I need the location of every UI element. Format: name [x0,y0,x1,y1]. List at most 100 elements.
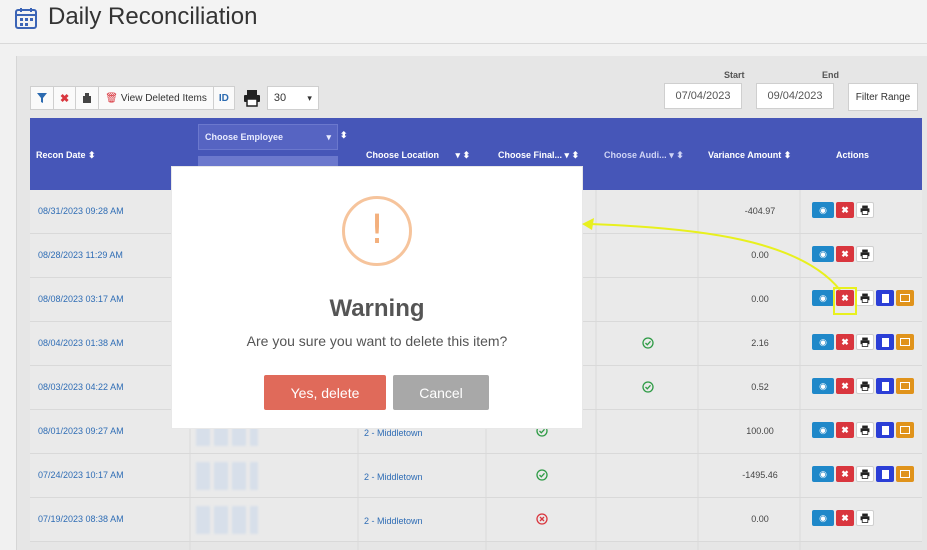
delete-action-button[interactable]: ✖ [836,202,854,218]
start-label: Start [724,70,745,80]
print-action-button[interactable] [856,422,874,438]
variance-amount: 0.00 [751,294,769,304]
view-action-button[interactable]: ◉ [812,466,834,482]
eye-icon: ◉ [819,424,827,435]
cancel-button[interactable]: Cancel [393,375,489,410]
export-button[interactable] [75,86,99,110]
end-label: End [822,70,839,80]
delete-action-button[interactable]: ✖ [836,378,854,394]
print-action-button[interactable] [856,246,874,262]
close-icon: ✖ [841,292,849,303]
doc-action-button[interactable] [876,422,894,438]
col-final[interactable]: Choose Final... ▾ ⬍ [498,150,579,161]
folder-icon [900,470,910,478]
recon-date-link[interactable]: 08/31/2023 09:28 AM [38,206,124,216]
variance-amount: 0.00 [751,514,769,524]
folder-action-button[interactable] [896,466,914,482]
view-action-button[interactable]: ◉ [812,202,834,218]
document-icon [881,425,889,435]
folder-action-button[interactable] [896,334,914,350]
page-size-select[interactable]: 30 ▾ [266,86,319,110]
filter-range-button[interactable]: Filter Range [848,83,918,111]
folder-action-button[interactable] [896,290,914,306]
variance-amount: 0.52 [751,382,769,392]
delete-action-button[interactable]: ✖ [836,246,854,262]
eye-icon: ◉ [819,248,827,259]
sort-icon: ⬍ [88,150,96,160]
folder-action-button[interactable] [896,378,914,394]
folder-icon [900,338,910,346]
print-action-button[interactable] [856,510,874,526]
employee-filter-select[interactable]: Choose Employee ▾ [198,124,338,150]
view-action-button[interactable]: ◉ [812,246,834,262]
dialog-message: Are you sure you want to delete this ite… [246,333,508,349]
close-icon: ✖ [841,204,849,215]
doc-action-button[interactable] [876,466,894,482]
col-location-label: Choose Location [366,150,440,160]
doc-action-button[interactable] [876,334,894,350]
folder-action-button[interactable] [896,422,914,438]
recon-date-link[interactable]: 08/28/2023 11:29 AM [38,250,123,260]
print-action-button[interactable] [856,202,874,218]
recon-date-link[interactable]: 08/03/2023 04:22 AM [38,382,124,392]
recon-date-link[interactable]: 08/04/2023 01:38 AM [38,338,124,348]
printer-icon[interactable] [243,89,261,107]
print-action-button[interactable] [856,290,874,306]
eye-icon: ◉ [819,380,827,391]
view-action-button[interactable]: ◉ [812,510,834,526]
start-date-input[interactable]: 07/04/2023 [664,83,742,109]
doc-action-button[interactable] [876,290,894,306]
dialog-title: Warning [329,295,425,322]
print-action-button[interactable] [856,378,874,394]
view-action-button[interactable]: ◉ [812,378,834,394]
delete-action-button[interactable]: ✖ [836,422,854,438]
view-action-button[interactable]: ◉ [812,334,834,350]
end-date-input[interactable]: 09/04/2023 [756,83,834,109]
col-recon-date[interactable]: Recon Date ⬍ [36,150,96,161]
filter-button[interactable] [30,86,53,110]
col-audit[interactable]: Choose Audi... ▾ ⬍ [604,150,684,161]
chevron-down-icon: ▾ [326,131,331,142]
location-link[interactable]: 2 - Middletown [364,428,423,438]
location-link[interactable]: 2 - Middletown [364,472,423,482]
employee-name-blurred [196,506,258,534]
printer-icon [860,293,870,303]
filter-icon [37,93,47,103]
recon-date-link[interactable]: 07/19/2023 08:38 AM [38,514,124,524]
view-action-button[interactable]: ◉ [812,422,834,438]
page-size-value: 30 [273,92,287,104]
close-icon: ✖ [841,468,849,479]
page-title: Daily Reconciliation [48,3,258,30]
view-action-button[interactable]: ◉ [812,290,834,306]
document-icon [881,293,889,303]
col-location[interactable]: Choose Location ▾ ⬍ [366,150,470,161]
delete-action-button[interactable]: ✖ [836,510,854,526]
clear-filter-button[interactable]: ✖ [53,86,76,110]
document-icon [881,469,889,479]
delete-confirm-dialog: ! Warning Are you sure you want to delet… [172,167,582,428]
print-action-button[interactable] [856,466,874,482]
print-action-button[interactable] [856,334,874,350]
audit-check-icon [642,380,654,393]
location-link[interactable]: 2 - Middletown [364,516,423,526]
delete-action-button[interactable]: ✖ [836,334,854,350]
chevron-down-icon: ▾ [307,92,312,103]
recon-date-link[interactable]: 07/24/2023 10:17 AM [38,470,124,480]
delete-action-button[interactable]: ✖ [836,290,854,306]
col-variance[interactable]: Variance Amount ⬍ [708,150,791,161]
confirm-delete-button[interactable]: Yes, delete [264,375,386,410]
recon-date-link[interactable]: 08/08/2023 03:17 AM [38,294,124,304]
recon-date-link[interactable]: 08/01/2023 09:27 AM [38,426,124,436]
document-icon [881,381,889,391]
delete-action-button[interactable]: ✖ [836,466,854,482]
id-toggle-button[interactable]: ID [212,86,235,110]
printer-icon [860,249,870,259]
chevron-down-icon: ▾ [669,150,674,160]
employee-sort-icon[interactable]: ⬍ [340,130,348,141]
sort-icon: ⬍ [676,150,684,160]
page-header: Daily Reconciliation [0,0,927,44]
warning-icon: ! [342,196,412,266]
view-deleted-button[interactable]: 🗑 View Deleted Items [98,86,213,110]
printer-icon [860,425,870,435]
doc-action-button[interactable] [876,378,894,394]
